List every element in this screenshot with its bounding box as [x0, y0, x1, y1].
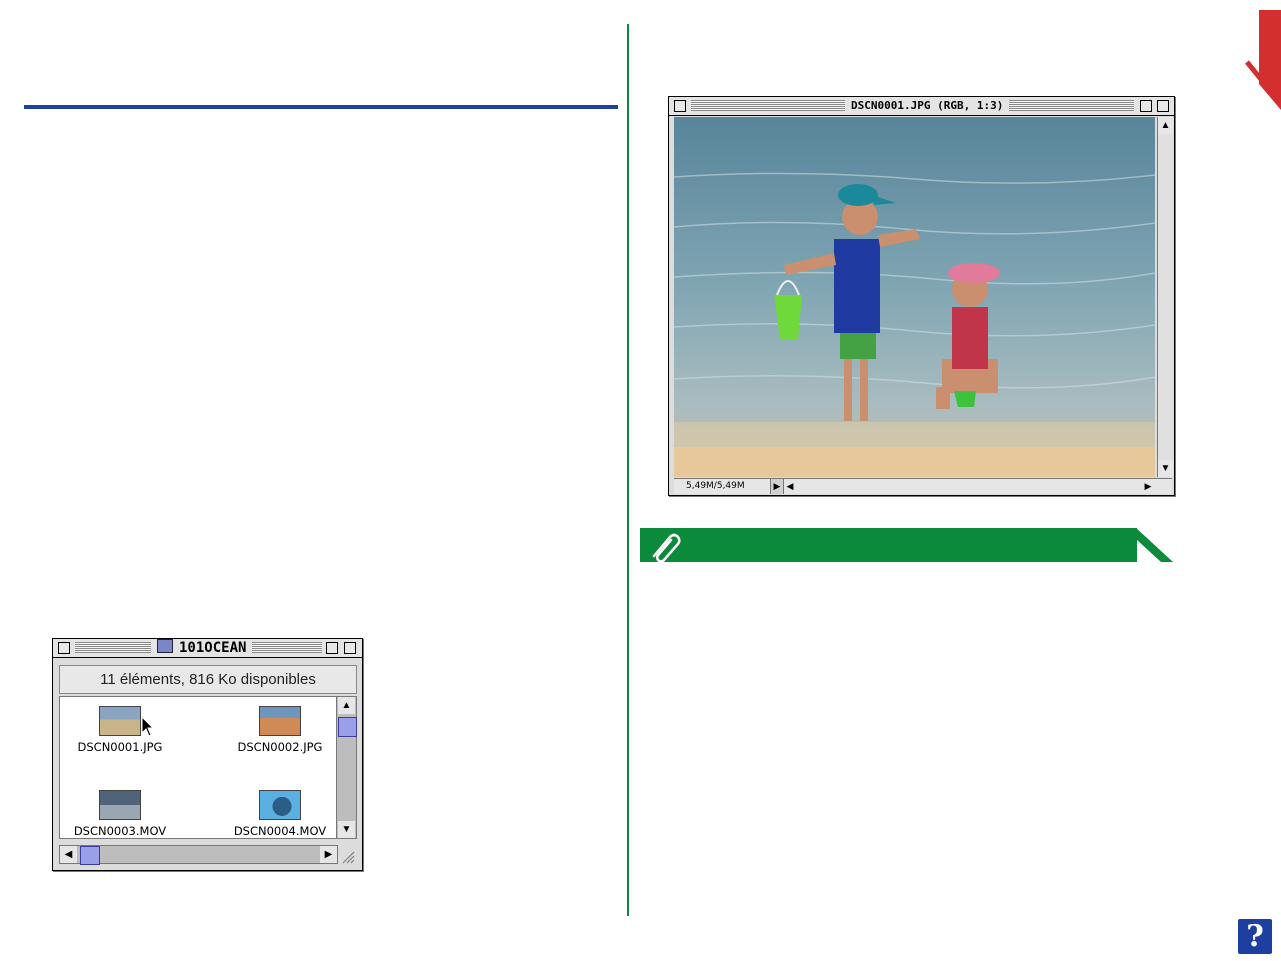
header-rule — [24, 105, 618, 109]
zoom-box-icon[interactable] — [326, 642, 338, 654]
photo-window[interactable]: DSCN0001.JPG (RGB, 1:3) ▲ ▼ 5,49M/5,49M … — [668, 96, 1175, 496]
scroll-right-arrow-icon[interactable]: ▶ — [1142, 479, 1154, 494]
finder-info-bar: 11 éléments, 816 Ko disponibles — [59, 665, 357, 694]
scroll-down-arrow-icon[interactable]: ▼ — [1158, 460, 1173, 477]
chapter-tab-icon[interactable] — [1245, 10, 1281, 110]
collapse-box-icon[interactable] — [344, 642, 356, 654]
scroll-up-arrow-icon[interactable]: ▲ — [1158, 117, 1173, 134]
file-item[interactable]: DSCN0001.JPG — [60, 706, 180, 754]
scroll-down-arrow-icon[interactable]: ▼ — [338, 821, 355, 838]
file-item[interactable]: DSCN0003.MOV — [60, 790, 180, 838]
photo-thumbnail-icon[interactable] — [259, 706, 301, 736]
photo-title: DSCN0001.JPG (RGB, 1:3) — [845, 97, 1010, 115]
photo-vertical-scrollbar[interactable]: ▲ ▼ — [1157, 117, 1173, 477]
resize-grip-icon[interactable] — [339, 848, 355, 864]
file-item[interactable]: DSCN0004.MOV — [220, 790, 337, 838]
zoom-box-icon[interactable] — [1140, 100, 1152, 112]
file-name[interactable]: DSCN0001.JPG — [60, 740, 180, 754]
help-icon[interactable]: ? — [1238, 919, 1272, 954]
close-box-icon[interactable] — [674, 100, 686, 112]
file-name[interactable]: DSCN0002.JPG — [220, 740, 337, 754]
close-box-icon[interactable] — [58, 642, 70, 654]
vertical-scrollbar[interactable]: ▲ ▼ — [336, 696, 357, 839]
file-name[interactable]: DSCN0003.MOV — [60, 824, 180, 838]
column-divider — [627, 24, 629, 916]
movie-thumbnail-icon[interactable] — [259, 790, 301, 820]
finder-file-area[interactable]: DSCN0001.JPG DSCN0002.JPG DSCN0003.MOV D… — [59, 696, 338, 839]
photo-status-bar: 5,49M/5,49M ▶ ◀ ▶ — [674, 478, 1172, 494]
movie-thumbnail-icon[interactable] — [99, 790, 141, 820]
scroll-right-arrow-icon[interactable]: ▶ — [320, 846, 337, 863]
scroll-left-arrow-icon[interactable]: ◀ — [60, 846, 77, 863]
note-banner — [640, 528, 1173, 562]
scroll-thumb[interactable] — [80, 846, 100, 865]
finder-title: 101OCEAN — [151, 639, 253, 657]
photo-thumbnail-icon[interactable] — [99, 706, 141, 736]
arrow-cursor-icon — [141, 716, 155, 737]
finder-titlebar[interactable]: 101OCEAN — [53, 639, 362, 658]
status-menu-arrow-icon[interactable]: ▶ — [770, 479, 784, 494]
file-item[interactable]: DSCN0002.JPG — [220, 706, 337, 754]
beach-photo — [674, 117, 1155, 477]
memory-readout: 5,49M/5,49M — [686, 481, 745, 491]
collapse-box-icon[interactable] — [1157, 100, 1169, 112]
file-name[interactable]: DSCN0004.MOV — [220, 824, 337, 838]
horizontal-scrollbar[interactable]: ◀ ▶ — [59, 845, 338, 865]
scroll-left-arrow-icon[interactable]: ◀ — [784, 479, 796, 494]
scroll-thumb[interactable] — [338, 717, 357, 737]
finder-window[interactable]: 101OCEAN 11 éléments, 816 Ko disponibles… — [52, 638, 363, 871]
photo-titlebar[interactable]: DSCN0001.JPG (RGB, 1:3) — [669, 97, 1174, 116]
folder-icon — [157, 639, 173, 653]
scroll-up-arrow-icon[interactable]: ▲ — [338, 697, 355, 714]
